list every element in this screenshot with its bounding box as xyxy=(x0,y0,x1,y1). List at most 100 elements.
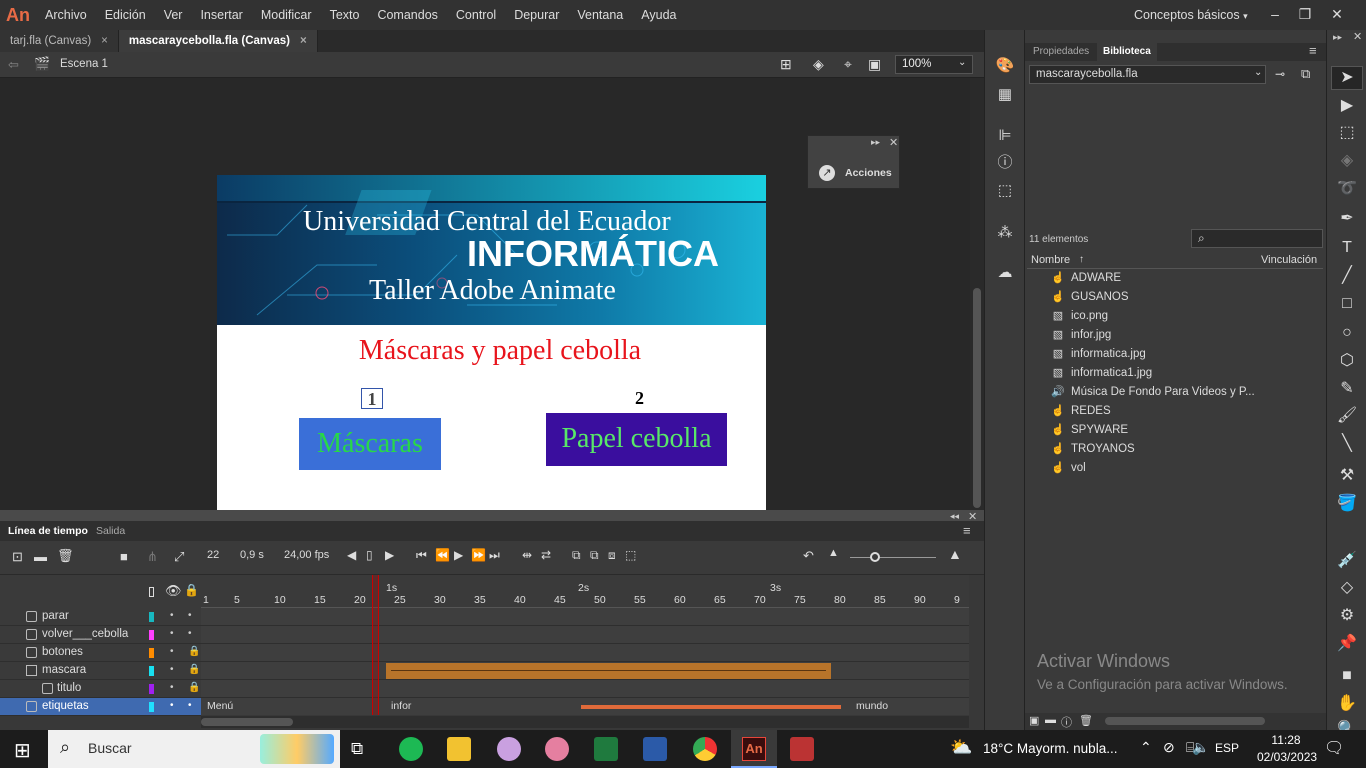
visibility-dot[interactable]: • xyxy=(170,610,174,621)
new-library-icon[interactable]: ⧉ xyxy=(1301,66,1310,82)
frame-row[interactable] xyxy=(201,608,969,626)
library-item[interactable]: ☝ SPYWARE xyxy=(1051,421,1128,440)
new-symbol-icon[interactable]: ▣ xyxy=(1029,714,1039,727)
line-tool-icon[interactable]: ╱ xyxy=(1335,265,1359,287)
back-arrow-icon[interactable]: ⇦ xyxy=(8,57,19,73)
modify-markers-icon[interactable]: ⬚ xyxy=(625,548,636,562)
step-back-icon[interactable]: ⏪ xyxy=(435,548,450,562)
3d-rotation-tool-icon[interactable]: ◈ xyxy=(1335,150,1359,172)
sort-up-icon[interactable]: ↑ xyxy=(1079,254,1084,265)
asset-warp-tool-icon[interactable]: 📌 xyxy=(1335,633,1359,655)
weather-text[interactable]: 18°C Mayorm. nubla... xyxy=(983,741,1117,756)
new-folder-icon[interactable]: ▬ xyxy=(1045,714,1056,726)
eraser-tool-icon[interactable]: ◇ xyxy=(1335,577,1359,599)
last-frame-icon[interactable]: ⏭ xyxy=(489,548,500,563)
center-stage-icon[interactable]: ⌖ xyxy=(844,56,852,73)
first-frame-icon[interactable]: ⏮ xyxy=(416,548,427,563)
paint-brush-tool-icon[interactable]: 🖌 xyxy=(1335,405,1359,427)
delete-layer-icon[interactable]: 🗑 xyxy=(57,548,74,564)
collapse-icon[interactable]: ▸▸ xyxy=(871,137,880,148)
menu-comandos[interactable]: Comandos xyxy=(368,0,446,30)
actions-panel[interactable]: ▸▸ ✕ ↗ Acciones xyxy=(807,135,900,189)
layer-color-swatch[interactable] xyxy=(149,630,154,640)
oval-tool-icon[interactable]: ○ xyxy=(1335,322,1359,344)
prev-keyframe-icon[interactable]: ◀ xyxy=(347,548,356,562)
properties-icon[interactable]: ⓘ xyxy=(1061,714,1072,730)
frame-row[interactable] xyxy=(201,680,969,698)
stage-scrollbar[interactable] xyxy=(970,78,984,510)
tab-tarj[interactable]: tarj.fla (Canvas) × xyxy=(0,30,119,52)
lock-icon[interactable]: 🔒 xyxy=(188,682,200,693)
layer-color-swatch[interactable] xyxy=(149,684,154,694)
notifications-icon[interactable]: 🗨 xyxy=(1324,738,1344,758)
align-icon[interactable]: ⊫ xyxy=(995,126,1015,146)
library-item[interactable]: 🔊 Música De Fondo Para Videos y P... xyxy=(1051,383,1255,402)
parent-view-icon[interactable]: ⋔ xyxy=(147,549,158,565)
menu-ver[interactable]: Ver xyxy=(155,0,192,30)
color-icon[interactable]: 🎨 xyxy=(995,56,1015,76)
winrar-icon[interactable] xyxy=(790,737,814,761)
lock-dot[interactable]: • xyxy=(188,610,192,621)
restore-icon[interactable]: ❐ xyxy=(1290,0,1320,30)
visibility-dot[interactable]: • xyxy=(170,664,174,675)
close-tab-icon[interactable]: × xyxy=(101,35,108,47)
paint-bucket-tool-icon[interactable]: 🪣 xyxy=(1335,493,1359,515)
file-explorer-icon[interactable] xyxy=(447,737,471,761)
library-file-select[interactable]: mascaraycebolla.fla ⌄ xyxy=(1029,65,1266,84)
lock-icon[interactable]: 🔒 xyxy=(188,664,200,675)
network-icon[interactable]: ⊘ xyxy=(1163,739,1175,756)
task-view-icon[interactable]: ⧉ xyxy=(351,739,363,759)
stage-canvas[interactable]: Universidad Central del Ecuador INFORMÁT… xyxy=(217,175,766,510)
scroll-thumb[interactable] xyxy=(1105,717,1265,725)
collapse-icon[interactable]: ▸▸ xyxy=(1333,32,1342,43)
menu-ventana[interactable]: Ventana xyxy=(568,0,632,30)
brush-tool-icon[interactable]: ╲ xyxy=(1335,433,1359,455)
frame-row[interactable] xyxy=(201,662,969,680)
library-item[interactable]: ☝ vol xyxy=(1051,459,1086,478)
clock-date[interactable]: 02/03/2023 xyxy=(1257,750,1317,764)
animate-taskbar-item[interactable]: An xyxy=(731,730,777,768)
word-icon[interactable] xyxy=(643,737,667,761)
tab-timeline[interactable]: Línea de tiempo xyxy=(8,525,88,537)
paint-icon[interactable] xyxy=(545,737,569,761)
bone-tool-icon[interactable]: ⚒ xyxy=(1335,465,1359,487)
column-linkage[interactable]: Vinculación xyxy=(1261,254,1317,266)
library-item[interactable]: ☝ GUSANOS xyxy=(1051,288,1128,307)
play-icon[interactable]: ▶ xyxy=(454,548,463,562)
onion-skin-icon[interactable]: ⧉ xyxy=(572,548,581,563)
menu-edicion[interactable]: Edición xyxy=(96,0,155,30)
lock-dot[interactable]: • xyxy=(188,628,192,639)
loop-icon[interactable]: ⇹ xyxy=(522,548,532,562)
excel-icon[interactable] xyxy=(594,737,618,761)
motion-tween-span[interactable] xyxy=(386,663,831,679)
volume-icon[interactable]: 🔈 xyxy=(1192,739,1209,756)
library-item[interactable]: ▧ informatica1.jpg xyxy=(1053,364,1152,383)
library-item[interactable]: ▧ informatica.jpg xyxy=(1053,345,1146,364)
menu-texto[interactable]: Texto xyxy=(321,0,369,30)
transform-icon[interactable]: ⬚ xyxy=(995,181,1015,201)
layer-color-swatch[interactable] xyxy=(149,648,154,658)
delete-icon[interactable]: 🗑 xyxy=(1079,714,1093,727)
library-item[interactable]: ▧ infor.jpg xyxy=(1053,326,1111,345)
width-tool-icon[interactable]: ⚙ xyxy=(1335,605,1359,627)
components-icon[interactable]: ⁂ xyxy=(995,223,1015,243)
close-icon[interactable]: ✕ xyxy=(1322,0,1352,30)
layer-color-swatch[interactable] xyxy=(149,702,154,712)
outline-toggle-icon[interactable] xyxy=(149,587,154,597)
current-time[interactable]: 0,9 s xyxy=(240,549,264,561)
library-search-input[interactable]: ⌕ xyxy=(1191,229,1323,248)
library-item[interactable]: ☝ ADWARE xyxy=(1051,269,1121,288)
tab-mascaraycebolla[interactable]: mascaraycebolla.fla (Canvas) × xyxy=(118,30,318,52)
frame-row[interactable] xyxy=(201,626,969,644)
visibility-dot[interactable]: • xyxy=(170,628,174,639)
frame-row[interactable] xyxy=(201,644,969,662)
layer-row-volver-cebolla[interactable]: volver___cebolla • • xyxy=(0,626,201,644)
cc-libraries-icon[interactable]: ☁ xyxy=(995,263,1015,283)
new-layer-icon[interactable]: ⊡ xyxy=(12,549,23,565)
menu-insertar[interactable]: Insertar xyxy=(191,0,251,30)
current-frame[interactable]: 22 xyxy=(207,549,219,561)
lock-icon[interactable]: 🔒 xyxy=(184,583,199,597)
clock-time[interactable]: 11:28 xyxy=(1263,733,1309,747)
pencil-tool-icon[interactable]: ✎ xyxy=(1335,378,1359,400)
timeline-hscrollbar[interactable] xyxy=(201,716,969,728)
